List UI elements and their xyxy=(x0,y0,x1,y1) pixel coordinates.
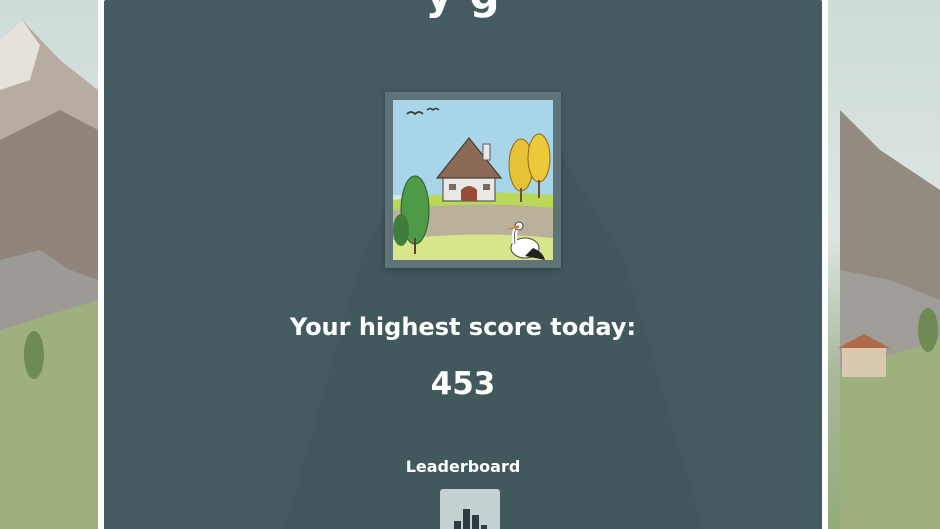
puzzle-picture xyxy=(393,100,553,260)
highest-score-value: 453 xyxy=(430,366,496,402)
game-background: y g xyxy=(0,0,940,529)
panel-title: y g xyxy=(104,0,822,19)
highest-score-label: Your highest score today: xyxy=(289,313,637,341)
leaderboard-label: Leaderboard xyxy=(405,457,521,476)
results-panel: y g xyxy=(98,0,828,529)
leaderboard-button[interactable] xyxy=(440,489,500,529)
bar-chart-icon xyxy=(454,509,487,529)
puzzle-thumbnail xyxy=(385,92,561,268)
